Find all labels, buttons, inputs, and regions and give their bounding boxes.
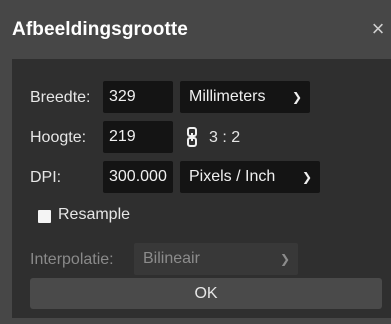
chevron-down-icon: ❯: [291, 90, 302, 104]
dpi-unit-select[interactable]: Pixels / Inch ❯: [180, 161, 320, 193]
height-input[interactable]: 219: [103, 121, 173, 153]
width-label: Breedte:: [30, 89, 91, 106]
image-size-dialog: Afbeeldingsgrootte × Breedte: 329 Millim…: [0, 0, 391, 324]
ok-button[interactable]: OK: [30, 278, 382, 309]
dpi-unit-value: Pixels / Inch: [189, 168, 276, 185]
aspect-ratio: 3 : 2: [209, 129, 241, 146]
link-icon[interactable]: [185, 126, 199, 148]
interpolation-value: Bilineair: [143, 250, 200, 267]
height-label: Hoogte:: [30, 129, 87, 146]
dialog-titlebar: Afbeeldingsgrootte ×: [0, 0, 391, 59]
width-input[interactable]: 329: [103, 81, 173, 113]
dpi-label: DPI:: [30, 169, 62, 186]
resample-checkbox[interactable]: [38, 210, 51, 223]
close-icon[interactable]: ×: [368, 17, 388, 41]
interpolation-select: Bilineair ❯: [134, 243, 298, 275]
resample-label: Resample: [58, 206, 131, 223]
width-unit-value: Millimeters: [189, 88, 266, 105]
width-unit-select[interactable]: Millimeters ❯: [180, 81, 310, 113]
dpi-input[interactable]: 300.000: [103, 161, 173, 193]
chevron-down-icon: ❯: [279, 252, 290, 266]
chevron-down-icon: ❯: [301, 170, 312, 184]
dialog-title: Afbeeldingsgrootte: [12, 19, 188, 40]
interpolation-label: Interpolatie:: [30, 251, 114, 268]
